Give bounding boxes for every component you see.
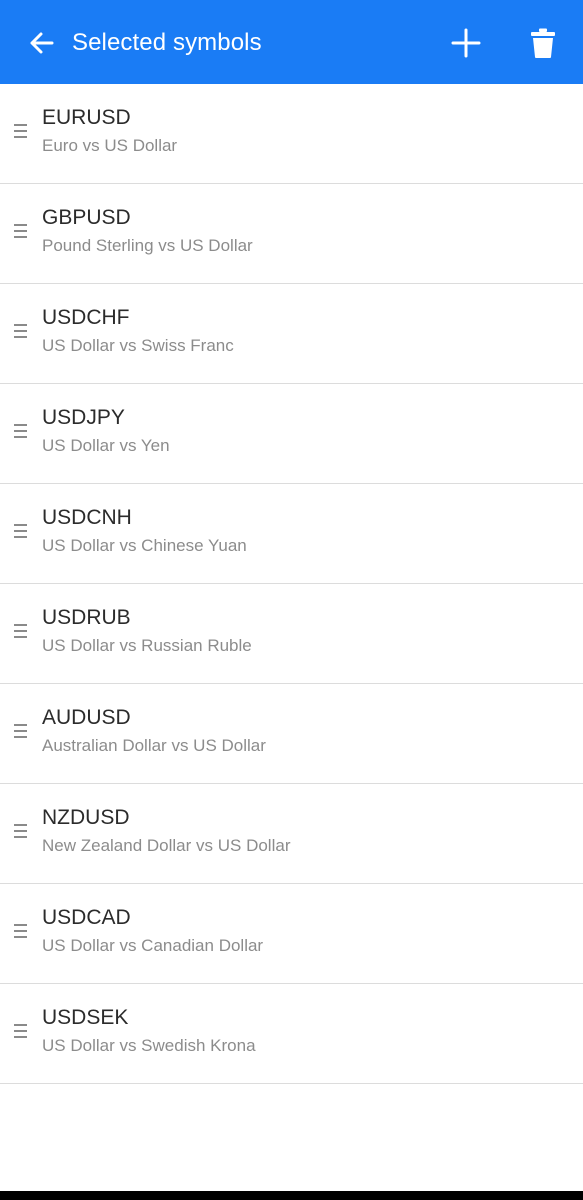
drag-handle-icon[interactable]	[14, 924, 28, 938]
symbol-description: US Dollar vs Russian Ruble	[42, 636, 252, 655]
symbol-code: USDRUB	[42, 606, 131, 629]
symbol-code: USDCNH	[42, 506, 132, 529]
symbol-code: USDCHF	[42, 306, 130, 329]
symbol-code: AUDUSD	[42, 706, 131, 729]
symbol-code: USDCAD	[42, 906, 131, 929]
symbol-description: US Dollar vs Yen	[42, 436, 170, 455]
system-nav-bar	[0, 1191, 583, 1200]
drag-handle-icon[interactable]	[14, 724, 28, 738]
symbol-list: EURUSD Euro vs US Dollar GBPUSD Pound St…	[0, 84, 583, 1084]
app-screen: Selected symbols EURUSD Euro vs US Dolla…	[0, 0, 583, 1200]
symbol-description: Australian Dollar vs US Dollar	[42, 736, 266, 755]
page-title: Selected symbols	[72, 29, 262, 56]
list-item-usdsek[interactable]: USDSEK US Dollar vs Swedish Krona	[0, 984, 583, 1084]
list-item-usdjpy[interactable]: USDJPY US Dollar vs Yen	[0, 384, 583, 484]
drag-handle-icon[interactable]	[14, 224, 28, 238]
list-item-usdrub[interactable]: USDRUB US Dollar vs Russian Ruble	[0, 584, 583, 684]
list-item-usdcnh[interactable]: USDCNH US Dollar vs Chinese Yuan	[0, 484, 583, 584]
symbol-description: US Dollar vs Swiss Franc	[42, 336, 234, 355]
symbol-code: NZDUSD	[42, 806, 130, 829]
symbol-code: EURUSD	[42, 106, 131, 129]
symbol-code: USDSEK	[42, 1006, 129, 1029]
symbol-description: US Dollar vs Chinese Yuan	[42, 536, 247, 555]
arrow-left-icon	[30, 32, 54, 54]
symbol-description: Euro vs US Dollar	[42, 136, 178, 155]
symbol-description: New Zealand Dollar vs US Dollar	[42, 836, 291, 855]
app-bar: Selected symbols	[0, 0, 583, 84]
trash-icon	[531, 28, 555, 58]
plus-icon	[451, 28, 481, 58]
symbol-code: GBPUSD	[42, 206, 131, 229]
drag-handle-icon[interactable]	[14, 124, 28, 138]
symbol-description: US Dollar vs Swedish Krona	[42, 1036, 256, 1055]
add-symbol-button[interactable]	[448, 25, 484, 61]
back-button[interactable]	[24, 26, 58, 60]
list-item-audusd[interactable]: AUDUSD Australian Dollar vs US Dollar	[0, 684, 583, 784]
list-item-usdcad[interactable]: USDCAD US Dollar vs Canadian Dollar	[0, 884, 583, 984]
symbol-description: Pound Sterling vs US Dollar	[42, 236, 253, 255]
list-item-gbpusd[interactable]: GBPUSD Pound Sterling vs US Dollar	[0, 184, 583, 284]
drag-handle-icon[interactable]	[14, 424, 28, 438]
list-item-eurusd[interactable]: EURUSD Euro vs US Dollar	[0, 84, 583, 184]
drag-handle-icon[interactable]	[14, 524, 28, 538]
list-item-nzdusd[interactable]: NZDUSD New Zealand Dollar vs US Dollar	[0, 784, 583, 884]
drag-handle-icon[interactable]	[14, 1024, 28, 1038]
drag-handle-icon[interactable]	[14, 624, 28, 638]
list-item-usdchf[interactable]: USDCHF US Dollar vs Swiss Franc	[0, 284, 583, 384]
symbol-description: US Dollar vs Canadian Dollar	[42, 936, 264, 955]
drag-handle-icon[interactable]	[14, 824, 28, 838]
drag-handle-icon[interactable]	[14, 324, 28, 338]
delete-symbols-button[interactable]	[526, 25, 560, 61]
symbol-code: USDJPY	[42, 406, 125, 429]
